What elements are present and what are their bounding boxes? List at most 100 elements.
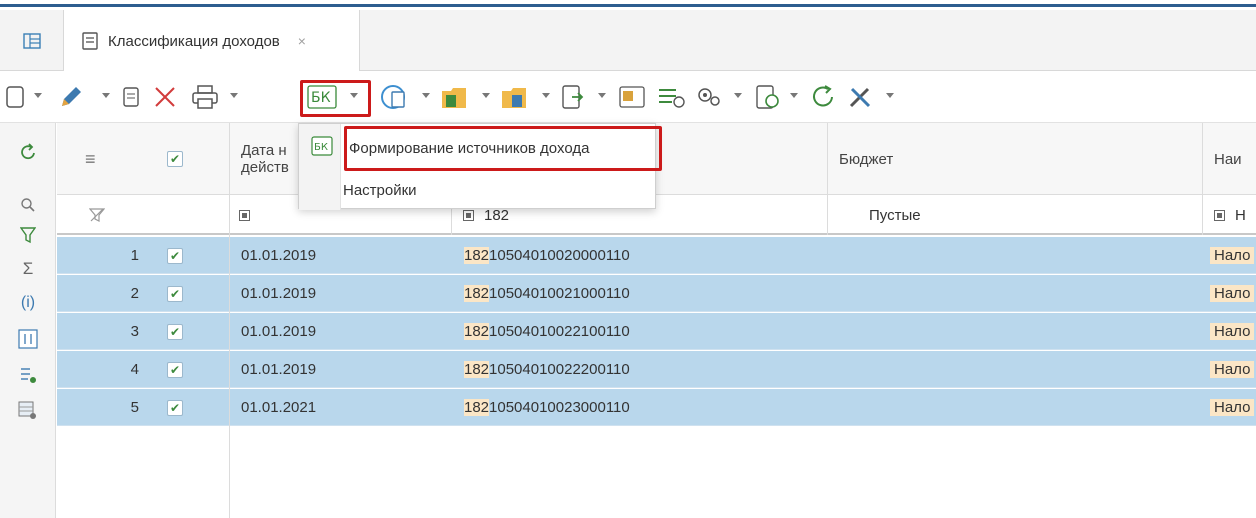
tab-label: Классификация доходов <box>108 32 280 50</box>
name-filter[interactable]: Н <box>1214 195 1246 235</box>
filter-icon <box>20 227 36 244</box>
column-divider <box>827 123 828 235</box>
copy-button[interactable] <box>118 83 144 111</box>
table-row[interactable]: 3 ✔ 01.01.2019 182 10504010022100110 Нало <box>57 313 1256 350</box>
header-name[interactable]: Наи <box>1214 123 1256 195</box>
tab-home[interactable] <box>0 10 64 71</box>
export-button[interactable] <box>438 83 472 111</box>
doc-arrow-icon <box>562 85 584 109</box>
clear-filter-button[interactable] <box>89 195 105 235</box>
row-number: 1 <box>130 247 139 264</box>
refresh-icon <box>21 143 35 160</box>
row-checkbox[interactable]: ✔ <box>167 275 183 312</box>
table-row[interactable]: 2 ✔ 01.01.2019 182 10504010021000110 Нало <box>57 275 1256 312</box>
info-button[interactable]: (i) <box>0 289 56 317</box>
menu-item-settings[interactable]: Настройки <box>299 170 657 210</box>
chevron-down-icon[interactable] <box>886 93 894 98</box>
svg-text:БК: БК <box>314 142 328 153</box>
chevron-down-icon[interactable] <box>790 93 798 98</box>
chevron-down-icon[interactable] <box>102 93 110 98</box>
date-filter-toggle[interactable] <box>239 195 250 235</box>
import-button[interactable] <box>498 83 532 111</box>
chevron-down-icon[interactable] <box>598 93 606 98</box>
chevron-down-icon[interactable] <box>34 93 42 98</box>
row-name: Нало <box>1210 275 1255 312</box>
header-date[interactable]: Дата н действ <box>241 123 301 195</box>
row-checkbox[interactable]: ✔ <box>167 313 183 350</box>
column-divider <box>229 123 230 518</box>
code-match: 182 <box>464 323 490 340</box>
code-match: 182 <box>464 247 490 264</box>
refresh-sidebar-button[interactable] <box>0 139 56 167</box>
header-date-line2: действ <box>241 159 289 176</box>
chevron-down-icon[interactable] <box>422 93 430 98</box>
checkbox-check-icon: ✔ <box>167 361 183 378</box>
row-name-text: Нало <box>1210 285 1255 302</box>
name-filter-value: Н <box>1235 206 1246 224</box>
chevron-down-icon[interactable] <box>230 93 238 98</box>
header-budget[interactable]: Бюджет <box>839 123 1039 195</box>
checkbox-check-icon: ✔ <box>167 399 183 416</box>
column-menu-icon[interactable]: ≡ <box>85 123 125 195</box>
filter-square-icon <box>239 209 250 221</box>
row-code: 182 10504010020000110 <box>464 237 630 274</box>
report-button[interactable] <box>616 83 650 111</box>
filter-square-icon <box>463 209 474 221</box>
code-match: 182 <box>464 285 490 302</box>
row-checkbox[interactable]: ✔ <box>167 389 183 426</box>
sum-button[interactable]: Σ <box>0 255 56 283</box>
settings-button[interactable] <box>692 83 726 111</box>
sigma-icon: Σ <box>22 259 34 278</box>
row-checkbox[interactable]: ✔ <box>167 237 183 274</box>
table-row[interactable]: 4 ✔ 01.01.2019 182 10504010022200110 Нало <box>57 351 1256 388</box>
row-date: 01.01.2019 <box>241 285 317 302</box>
new-document-button[interactable] <box>2 83 28 111</box>
grid-settings-button[interactable] <box>0 397 56 425</box>
row-name: Нало <box>1210 313 1255 350</box>
budget-source-button[interactable]: БК <box>306 83 338 111</box>
row-code: 182 10504010022200110 <box>464 351 630 388</box>
sync-button[interactable] <box>378 83 412 111</box>
edit-button[interactable] <box>56 83 86 111</box>
forward-doc-button[interactable] <box>558 83 588 111</box>
table-row[interactable]: 1 ✔ 01.01.2019 182 10504010020000110 Нало <box>57 237 1256 274</box>
row-checkbox[interactable]: ✔ <box>167 351 183 388</box>
table-row[interactable]: 5 ✔ 01.01.2021 182 10504010023000110 Нало <box>57 389 1256 426</box>
chevron-down-icon[interactable] <box>350 93 358 98</box>
row-name: Нало <box>1210 389 1255 426</box>
row-number: 2 <box>130 285 139 302</box>
refresh-icon <box>813 85 833 107</box>
budget-filter[interactable]: Пустые <box>869 195 1049 235</box>
row-name: Нало <box>1210 237 1255 274</box>
sort-button[interactable] <box>0 325 56 353</box>
row-name-text: Нало <box>1210 247 1255 264</box>
search-button[interactable] <box>0 191 56 219</box>
doc-clock-icon <box>756 85 779 109</box>
chevron-down-icon[interactable] <box>482 93 490 98</box>
tab-classification[interactable]: Классификация доходов × <box>64 10 360 72</box>
code-rest: 10504010023000110 <box>489 399 630 416</box>
left-sidebar: Σ (i) <box>0 123 56 518</box>
chevron-down-icon[interactable] <box>734 93 742 98</box>
clear-rows-button[interactable] <box>654 83 688 111</box>
checkbox-check-icon: ✔ <box>167 285 183 302</box>
chevron-down-icon[interactable] <box>542 93 550 98</box>
delete-button[interactable] <box>150 83 180 111</box>
row-date: 01.01.2021 <box>241 399 317 416</box>
sort-icon <box>18 329 38 349</box>
close-icon[interactable]: × <box>298 33 306 49</box>
column-settings-button[interactable] <box>0 361 56 389</box>
filter-button[interactable] <box>0 221 56 249</box>
schedule-button[interactable] <box>752 83 782 111</box>
row-name-text: Нало <box>1210 323 1255 340</box>
tools-button[interactable] <box>844 83 878 111</box>
folder-export-icon <box>442 88 466 108</box>
row-name-text: Нало <box>1210 399 1255 416</box>
tools-icon <box>849 87 871 108</box>
columns-gear-icon <box>21 368 36 383</box>
select-all-checkbox[interactable]: ✔ <box>167 123 207 195</box>
menu-item-label: Настройки <box>343 181 417 199</box>
print-button[interactable] <box>188 83 222 111</box>
refresh-button[interactable] <box>806 83 842 111</box>
delete-x-icon <box>155 87 175 107</box>
